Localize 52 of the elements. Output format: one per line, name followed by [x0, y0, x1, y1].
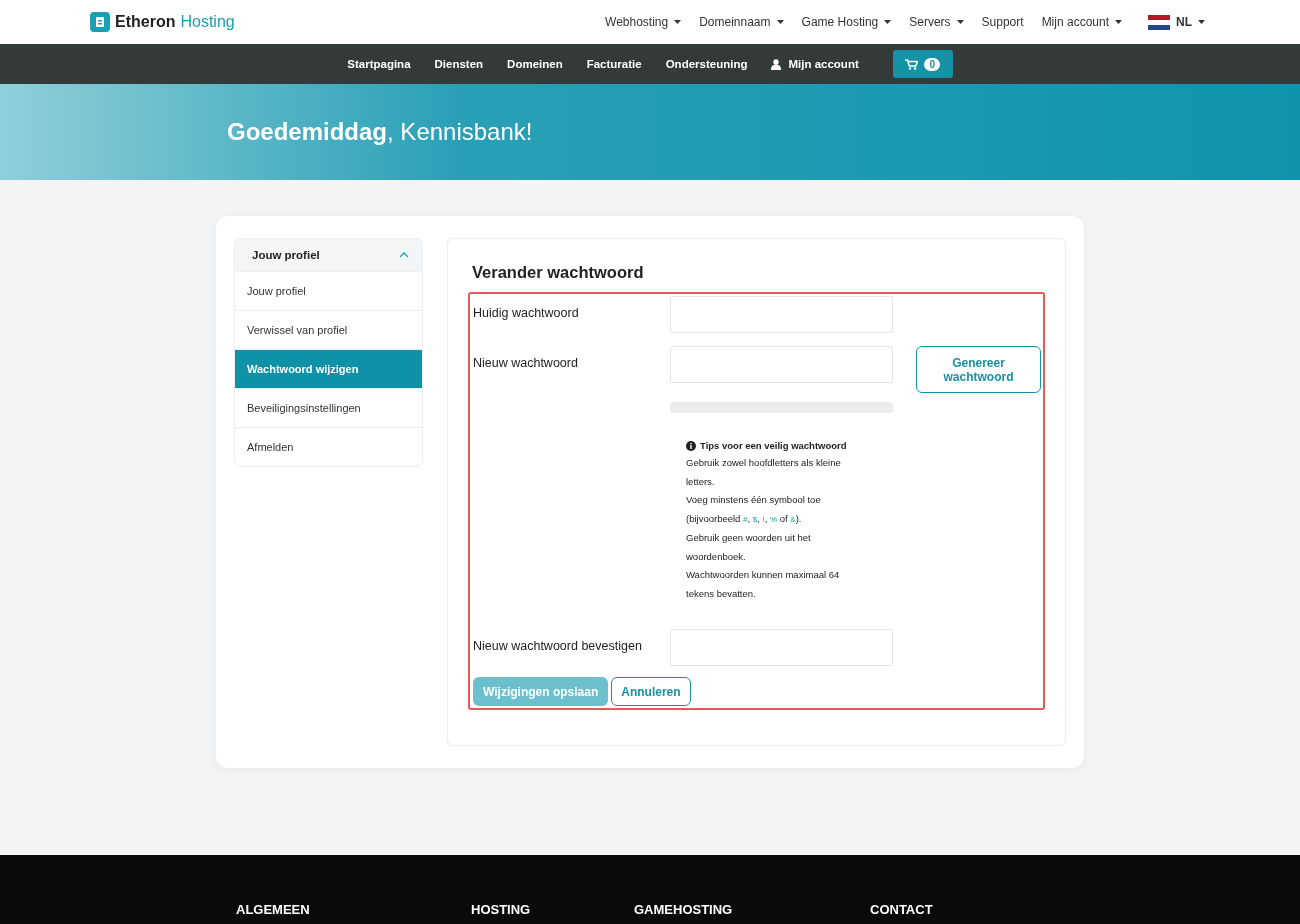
menu-link[interactable]: Webhosting [605, 15, 682, 29]
menu-link[interactable]: Mijn account [1041, 15, 1122, 29]
caret-icon [1198, 20, 1205, 24]
caret-icon [956, 20, 964, 24]
caret-icon [1115, 20, 1122, 24]
footer-heading: ALGEMEEN [236, 902, 311, 917]
generate-password-button[interactable]: Genereer wachtwoord [916, 346, 1041, 393]
sidebar-header[interactable]: Jouw profiel [235, 239, 422, 271]
cart-icon [905, 58, 919, 70]
nav-link[interactable]: Startpagina [347, 58, 411, 70]
logo-icon [90, 12, 110, 32]
menu-link[interactable]: Game Hosting [801, 15, 892, 29]
tips-title: Tips voor een veilig wachtwoord [686, 440, 866, 451]
caret-icon [776, 20, 784, 24]
tip-text: Wachtwoorden kunnen maximaal 64 tekens bevatten. [686, 568, 841, 601]
menu-link[interactable]: Support [981, 15, 1024, 29]
form-title: Verander wachtwoord [472, 263, 645, 282]
cart-button[interactable]: 0 [892, 50, 953, 78]
flag-icon [1148, 14, 1170, 30]
field-label: Nieuw wachtwoord bevestigen [473, 638, 643, 653]
sidebar-item[interactable]: Jouw profiel [235, 271, 422, 310]
nav-link[interactable]: Ondersteuning [665, 58, 748, 70]
tip-text: Voeg minstens één symbool toe (bijvoorbeeld #, $, !, % of &). [686, 493, 822, 526]
brand-name[interactable]: Etheron [115, 13, 176, 31]
nav-link[interactable]: Domeinen [507, 58, 563, 70]
info-icon [686, 440, 696, 451]
caret-icon [674, 20, 682, 24]
greeting: Goedemiddag, Kennisbank! [227, 118, 533, 146]
cart-count: 0 [924, 57, 940, 71]
footer-heading: CONTACT [870, 902, 933, 917]
menu-link[interactable]: Servers [909, 15, 964, 29]
field-label: Nieuw wachtwoord [473, 355, 579, 370]
sidebar-item[interactable]: Afmelden [235, 427, 422, 466]
sidebar-item[interactable]: Beveiligingsinstellingen [235, 388, 422, 427]
chevron-icon [399, 252, 409, 258]
field-label: Huidig wachtwoord [473, 305, 580, 320]
language-selector[interactable]: NL [1148, 14, 1205, 30]
account-link[interactable]: Mijn account [771, 58, 859, 70]
sidebar-item[interactable]: Wachtwoord wijzigen [235, 349, 422, 388]
nav-link[interactable]: Diensten [434, 58, 484, 70]
new-password-field[interactable] [670, 346, 893, 383]
user-icon [771, 58, 782, 70]
caret-icon [884, 20, 892, 24]
tip-text: Gebruik zowel hoofdletters als kleine letters. [686, 456, 842, 489]
footer-heading: GAMEHOSTING [634, 902, 734, 917]
menu-link[interactable]: Domeinnaam [699, 15, 784, 29]
footer-heading: HOSTING [471, 902, 532, 917]
tip-text: Gebruik geen woorden uit het woordenboek. [686, 531, 812, 564]
nav-link[interactable]: Facturatie [586, 58, 642, 70]
current-password-field[interactable] [670, 296, 893, 333]
cancel-button[interactable]: Annuleren [611, 677, 691, 706]
confirm-password-field[interactable] [670, 629, 893, 666]
